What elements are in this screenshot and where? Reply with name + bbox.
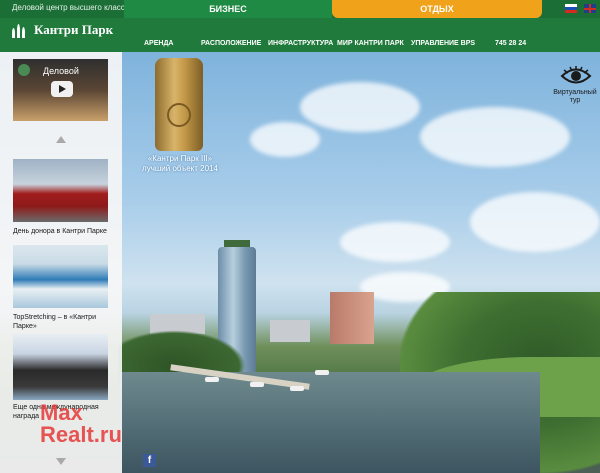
nav-rent[interactable]: АРЕНДА	[144, 40, 174, 47]
eye-icon[interactable]	[560, 65, 592, 87]
news-image-award[interactable]	[13, 334, 108, 400]
news-caption[interactable]: День донора в Кантри Парке	[13, 227, 109, 236]
channel-avatar	[18, 64, 30, 76]
award-trophy[interactable]	[155, 58, 203, 151]
facebook-icon[interactable]: f	[143, 454, 156, 467]
watermark-line: Realt.ru	[40, 422, 122, 447]
nav-location[interactable]: РАСПОЛОЖЕНИЕ	[201, 40, 261, 47]
award-caption[interactable]: «Кантри Парк III» лучший объект 2014	[140, 154, 220, 174]
site-header: Деловой центр высшего класса БИЗНЕС ОТДЫ…	[0, 0, 600, 52]
news-image-donor-day[interactable]	[13, 159, 108, 222]
video-thumbnail[interactable]: Деловой	[13, 59, 108, 121]
play-icon[interactable]	[51, 81, 73, 97]
tab-business[interactable]: БИЗНЕС	[124, 0, 332, 18]
site-logo[interactable]: Кантри Парк	[10, 22, 113, 38]
nav-phone[interactable]: 745 28 24	[495, 40, 526, 47]
nav-infrastructure[interactable]: ИНФРАСТРУКТУРА	[268, 40, 333, 47]
flag-en-icon[interactable]	[584, 4, 596, 13]
news-caption[interactable]: TopStretching – в «Кантри Парке»	[13, 313, 109, 331]
tagline: Деловой центр высшего класса	[12, 3, 130, 12]
news-image-topstretching[interactable]	[13, 245, 108, 308]
scroll-down-icon[interactable]	[56, 458, 66, 465]
nav-bps-management[interactable]: УПРАВЛЕНИЕ BPS	[411, 40, 475, 47]
river	[120, 372, 540, 473]
logo-text: Кантри Парк	[34, 22, 114, 37]
nav-country-park-world[interactable]: МИР КАНТРИ ПАРК	[337, 40, 404, 47]
watermark-logo: Max Realt.ru	[40, 402, 122, 446]
watermark-line: Max	[40, 400, 83, 425]
virtual-tour-label[interactable]: Виртуальный тур	[552, 89, 598, 105]
tab-rest[interactable]: ОТДЫХ	[332, 0, 542, 18]
flag-ru-icon[interactable]	[565, 4, 577, 13]
scroll-up-icon[interactable]	[56, 136, 66, 143]
video-title: Деловой	[43, 66, 79, 76]
leaf-logo-icon	[10, 22, 30, 38]
